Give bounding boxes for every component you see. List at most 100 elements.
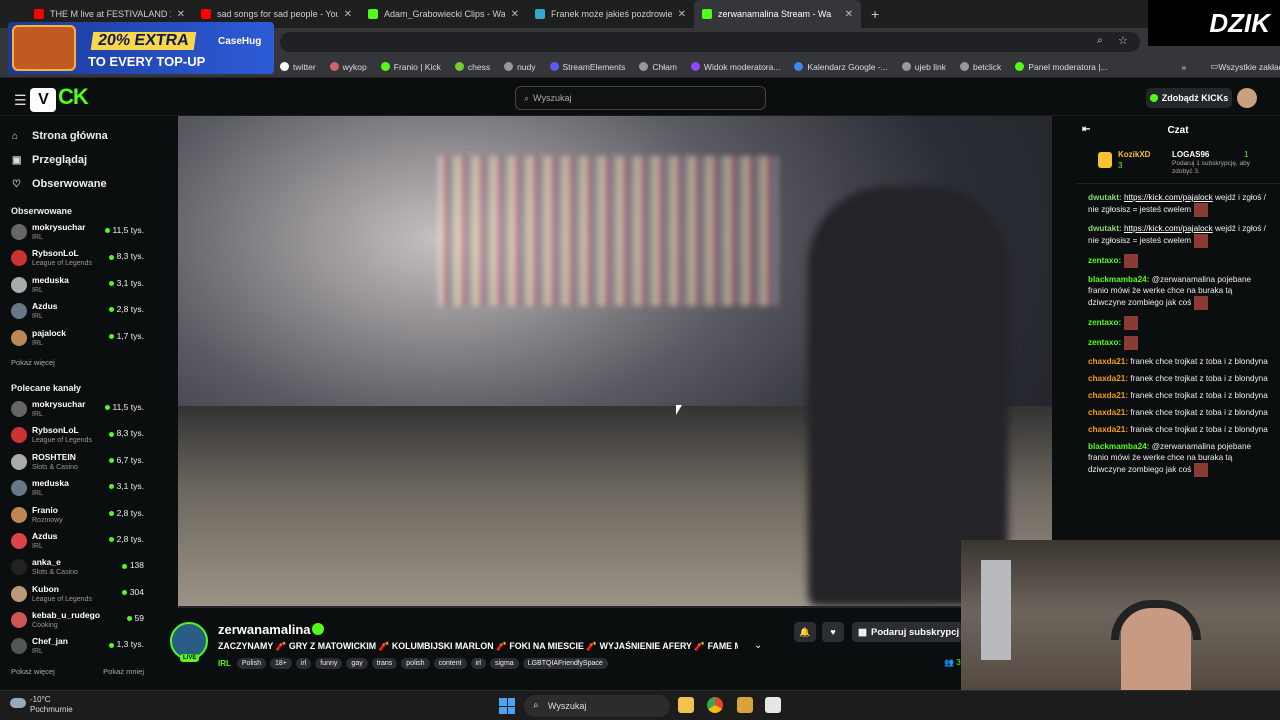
show-more-button[interactable]: Pokaż więcej	[0, 661, 55, 682]
video-player[interactable]	[178, 116, 1052, 608]
nav-item[interactable]: ▣ Przeglądaj	[0, 148, 152, 172]
stream-tag[interactable]: content	[433, 658, 467, 669]
close-icon[interactable]: ✕	[511, 9, 519, 20]
chat-username[interactable]: zentaxo:	[1088, 318, 1121, 327]
stream-tag[interactable]: irl	[295, 658, 312, 669]
bookmark-item[interactable]: StreamElements	[549, 62, 625, 72]
address-bar[interactable]	[280, 32, 1140, 52]
channel-item[interactable]: ROSHTEIN Slots & Casino 6,7 tys.	[0, 450, 152, 476]
chat-username[interactable]: blackmamba24:	[1088, 442, 1149, 451]
user-avatar[interactable]	[1237, 88, 1257, 108]
chat-username[interactable]: chaxda21:	[1088, 391, 1128, 400]
chat-username[interactable]: chaxda21:	[1088, 425, 1128, 434]
taskbar-search[interactable]: ⌕ Wyszukaj	[524, 695, 670, 717]
chat-username[interactable]: zentaxo:	[1088, 338, 1121, 347]
nav-item[interactable]: ⌂ Strona główna	[0, 124, 152, 148]
get-kicks-button[interactable]: Zdobądź KICKs	[1146, 88, 1232, 108]
chevron-down-icon[interactable]: ⌄	[754, 640, 762, 651]
channel-item[interactable]: Azdus IRL 2,8 tys.	[0, 529, 152, 555]
snipping-tool-icon[interactable]	[765, 697, 781, 713]
stream-tag[interactable]: irl	[470, 658, 486, 669]
chat-username[interactable]: dwutakt:	[1088, 193, 1122, 202]
gold-badge-icon	[1098, 152, 1112, 168]
channel-item[interactable]: kebab_u_rudego Cooking 59	[0, 608, 152, 634]
gift-sub-button[interactable]: ▦ Podaruj subskrypcj	[852, 622, 962, 642]
channel-item[interactable]: meduska IRL 3,1 tys.	[0, 476, 152, 502]
channel-item[interactable]: meduska IRL 3,1 tys.	[0, 273, 152, 299]
zoom-icon[interactable]: ⌕	[1097, 35, 1103, 46]
bookmark-item[interactable]: chess	[454, 62, 490, 72]
stream-category[interactable]: IRL	[218, 659, 231, 668]
close-icon[interactable]: ✕	[344, 9, 352, 20]
stream-tag[interactable]: sigma	[490, 658, 519, 669]
search-input[interactable]: ⌕ Wyszukaj	[515, 86, 766, 110]
chat-username[interactable]: zentaxo:	[1088, 256, 1121, 265]
bookmark-item[interactable]: twitter	[280, 62, 316, 72]
stream-tag[interactable]: polish	[401, 658, 430, 669]
channel-item[interactable]: Franio Rozmowy 2,8 tys.	[0, 503, 152, 529]
leader-user-2[interactable]: LOGAS96	[1172, 150, 1209, 159]
stream-tag[interactable]: Polish	[236, 658, 266, 669]
browser-tab[interactable]: zerwanamalina Stream - Wa ✕	[694, 0, 861, 28]
ad-banner[interactable]: 20% EXTRA TO EVERY TOP-UP CaseHug	[8, 22, 274, 74]
windows-start-icon[interactable]	[499, 698, 515, 714]
chat-link[interactable]: https://kick.com/pajalock	[1124, 224, 1213, 233]
bookmark-item[interactable]: Kalendarz Google -...	[794, 62, 888, 72]
close-icon[interactable]: ✕	[845, 9, 853, 20]
show-more-button[interactable]: Pokaż więcej	[0, 352, 152, 373]
follow-heart-button[interactable]: ♥	[822, 622, 844, 642]
close-icon[interactable]: ✕	[678, 9, 686, 20]
chat-link[interactable]: https://kick.com/pajalock	[1124, 193, 1213, 202]
chat-username[interactable]: chaxda21:	[1088, 408, 1128, 417]
stream-tag[interactable]: 18+	[269, 658, 292, 669]
bookmark-item[interactable]: Widok moderatora...	[690, 62, 780, 72]
bookmark-label: Chłam	[652, 61, 677, 72]
kick-logo[interactable]: V CK	[30, 84, 96, 112]
chat-username[interactable]: dwutakt:	[1088, 224, 1122, 233]
show-less-button[interactable]: Pokaż mniej	[92, 661, 144, 682]
weather-desc: Pochmurnie	[30, 705, 73, 714]
chat-username[interactable]: chaxda21:	[1088, 374, 1128, 383]
channel-item[interactable]: pajalock IRL 1,7 tys.	[0, 326, 152, 352]
bookmarks-overflow-button[interactable]: »	[1182, 62, 1187, 72]
stream-tag[interactable]: gay	[346, 658, 368, 669]
notification-bell-button[interactable]: 🔔	[794, 622, 816, 642]
new-tab-button[interactable]: +	[871, 6, 879, 22]
browser-tab[interactable]: Adam_Grabowiecki Clips - Wat ✕	[360, 0, 527, 28]
bookmark-item[interactable]: betclick	[959, 62, 1001, 72]
channel-item[interactable]: mokrysuchar IRL 11,5 tys.	[0, 220, 152, 246]
file-explorer-icon[interactable]	[678, 697, 694, 713]
all-bookmarks-folder[interactable]: ▭ Wszystkie zakładki	[1210, 61, 1280, 72]
stream-tag[interactable]: LGBTQIAFriendlySpace	[522, 658, 608, 669]
chat-username[interactable]: chaxda21:	[1088, 357, 1128, 366]
nav-item[interactable]: ♡ Obserwowane	[0, 172, 152, 196]
bookmark-item[interactable]: Panel moderatora |...	[1015, 62, 1108, 72]
channel-item[interactable]: mokrysuchar IRL 11,5 tys.	[0, 397, 152, 423]
channel-item[interactable]: RybsonLoL League of Legends 8,3 tys.	[0, 423, 152, 449]
stream-tag[interactable]: trans	[371, 658, 398, 669]
channel-item[interactable]: Kubon League of Legends 304	[0, 582, 152, 608]
bookmark-item[interactable]: nudy	[504, 62, 536, 72]
channel-item[interactable]: RybsonLoL League of Legends 8,3 tys.	[0, 246, 152, 272]
streamer-name[interactable]: zerwanamalina	[218, 622, 311, 637]
chat-username[interactable]: blackmamba24:	[1088, 275, 1149, 284]
bookmark-favicon-icon	[901, 62, 911, 71]
chat-text: franek chce trojkat z toba i z blondyna	[1128, 425, 1268, 434]
bookmark-item[interactable]: Franio | Kick	[380, 62, 441, 72]
close-icon[interactable]: ✕	[177, 9, 185, 20]
bookmark-item[interactable]: ujeb link	[901, 62, 946, 72]
channel-item[interactable]: Azdus IRL 2,8 tys.	[0, 299, 152, 325]
app-icon[interactable]	[737, 697, 753, 713]
bookmark-item[interactable]: wykop	[329, 62, 367, 72]
stream-tag[interactable]: funny	[315, 658, 343, 669]
chrome-icon[interactable]	[707, 697, 723, 713]
hamburger-menu-icon[interactable]: ☰	[14, 92, 27, 109]
browser-tab[interactable]: Franek może jakieś pozdrowien ✕	[527, 0, 694, 28]
weather-widget[interactable]: -10°C Pochmurnie	[10, 695, 73, 715]
leader-user-1[interactable]: KozikXD	[1118, 150, 1150, 159]
channel-item[interactable]: anka_e Slots & Casino 138	[0, 555, 152, 581]
star-icon[interactable]: ☆	[1118, 34, 1128, 47]
collapse-chat-icon[interactable]: ⇤	[1082, 124, 1090, 135]
bookmark-item[interactable]: Chłam	[639, 62, 677, 72]
channel-item[interactable]: Chef_jan IRL 1,3 tys.	[0, 634, 152, 660]
